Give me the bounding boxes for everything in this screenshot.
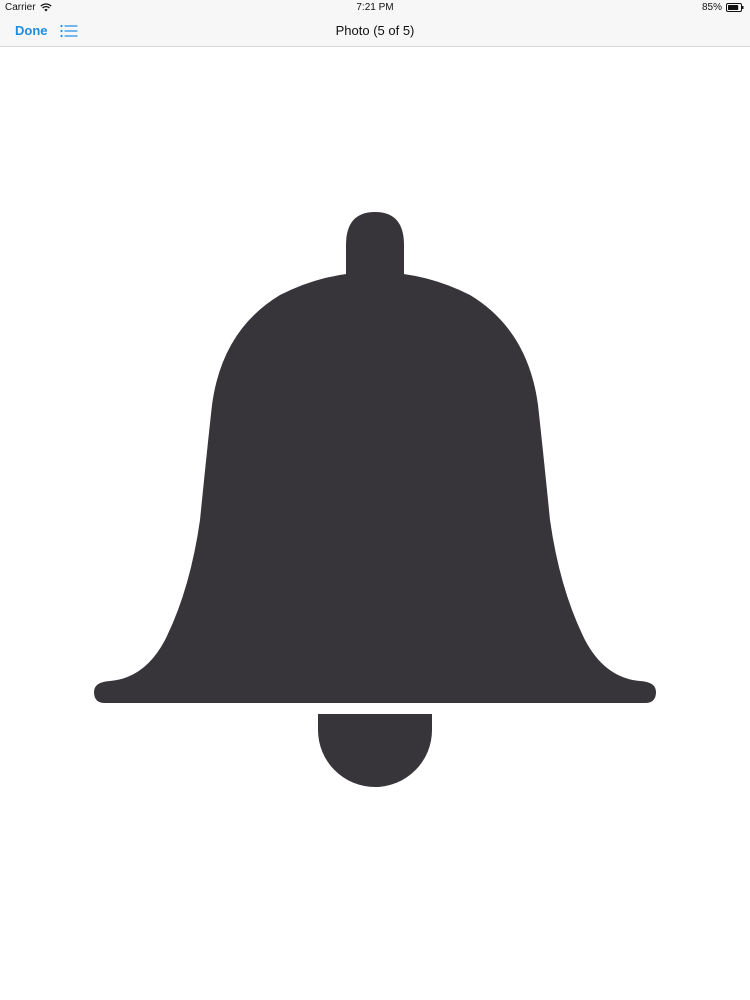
status-time: 7:21 PM xyxy=(356,2,394,13)
page-title: Photo (5 of 5) xyxy=(335,23,415,38)
battery-percent: 85% xyxy=(701,2,722,13)
bell-clapper xyxy=(318,714,432,787)
status-right: 85% xyxy=(702,2,744,13)
bell-icon xyxy=(94,212,656,787)
battery-fill xyxy=(728,5,739,10)
bell-knob xyxy=(346,212,404,280)
battery-icon xyxy=(726,3,744,12)
navigation-bar: Done Photo (5 of 5) xyxy=(0,16,750,47)
bell-body xyxy=(94,272,656,703)
photo-area[interactable] xyxy=(0,47,750,1000)
photo-viewer-screen: Carrier 7:21 PM 85% Done Photo (5 of 5) xyxy=(0,0,750,1000)
status-bar: Carrier 7:21 PM 85% xyxy=(0,0,750,16)
